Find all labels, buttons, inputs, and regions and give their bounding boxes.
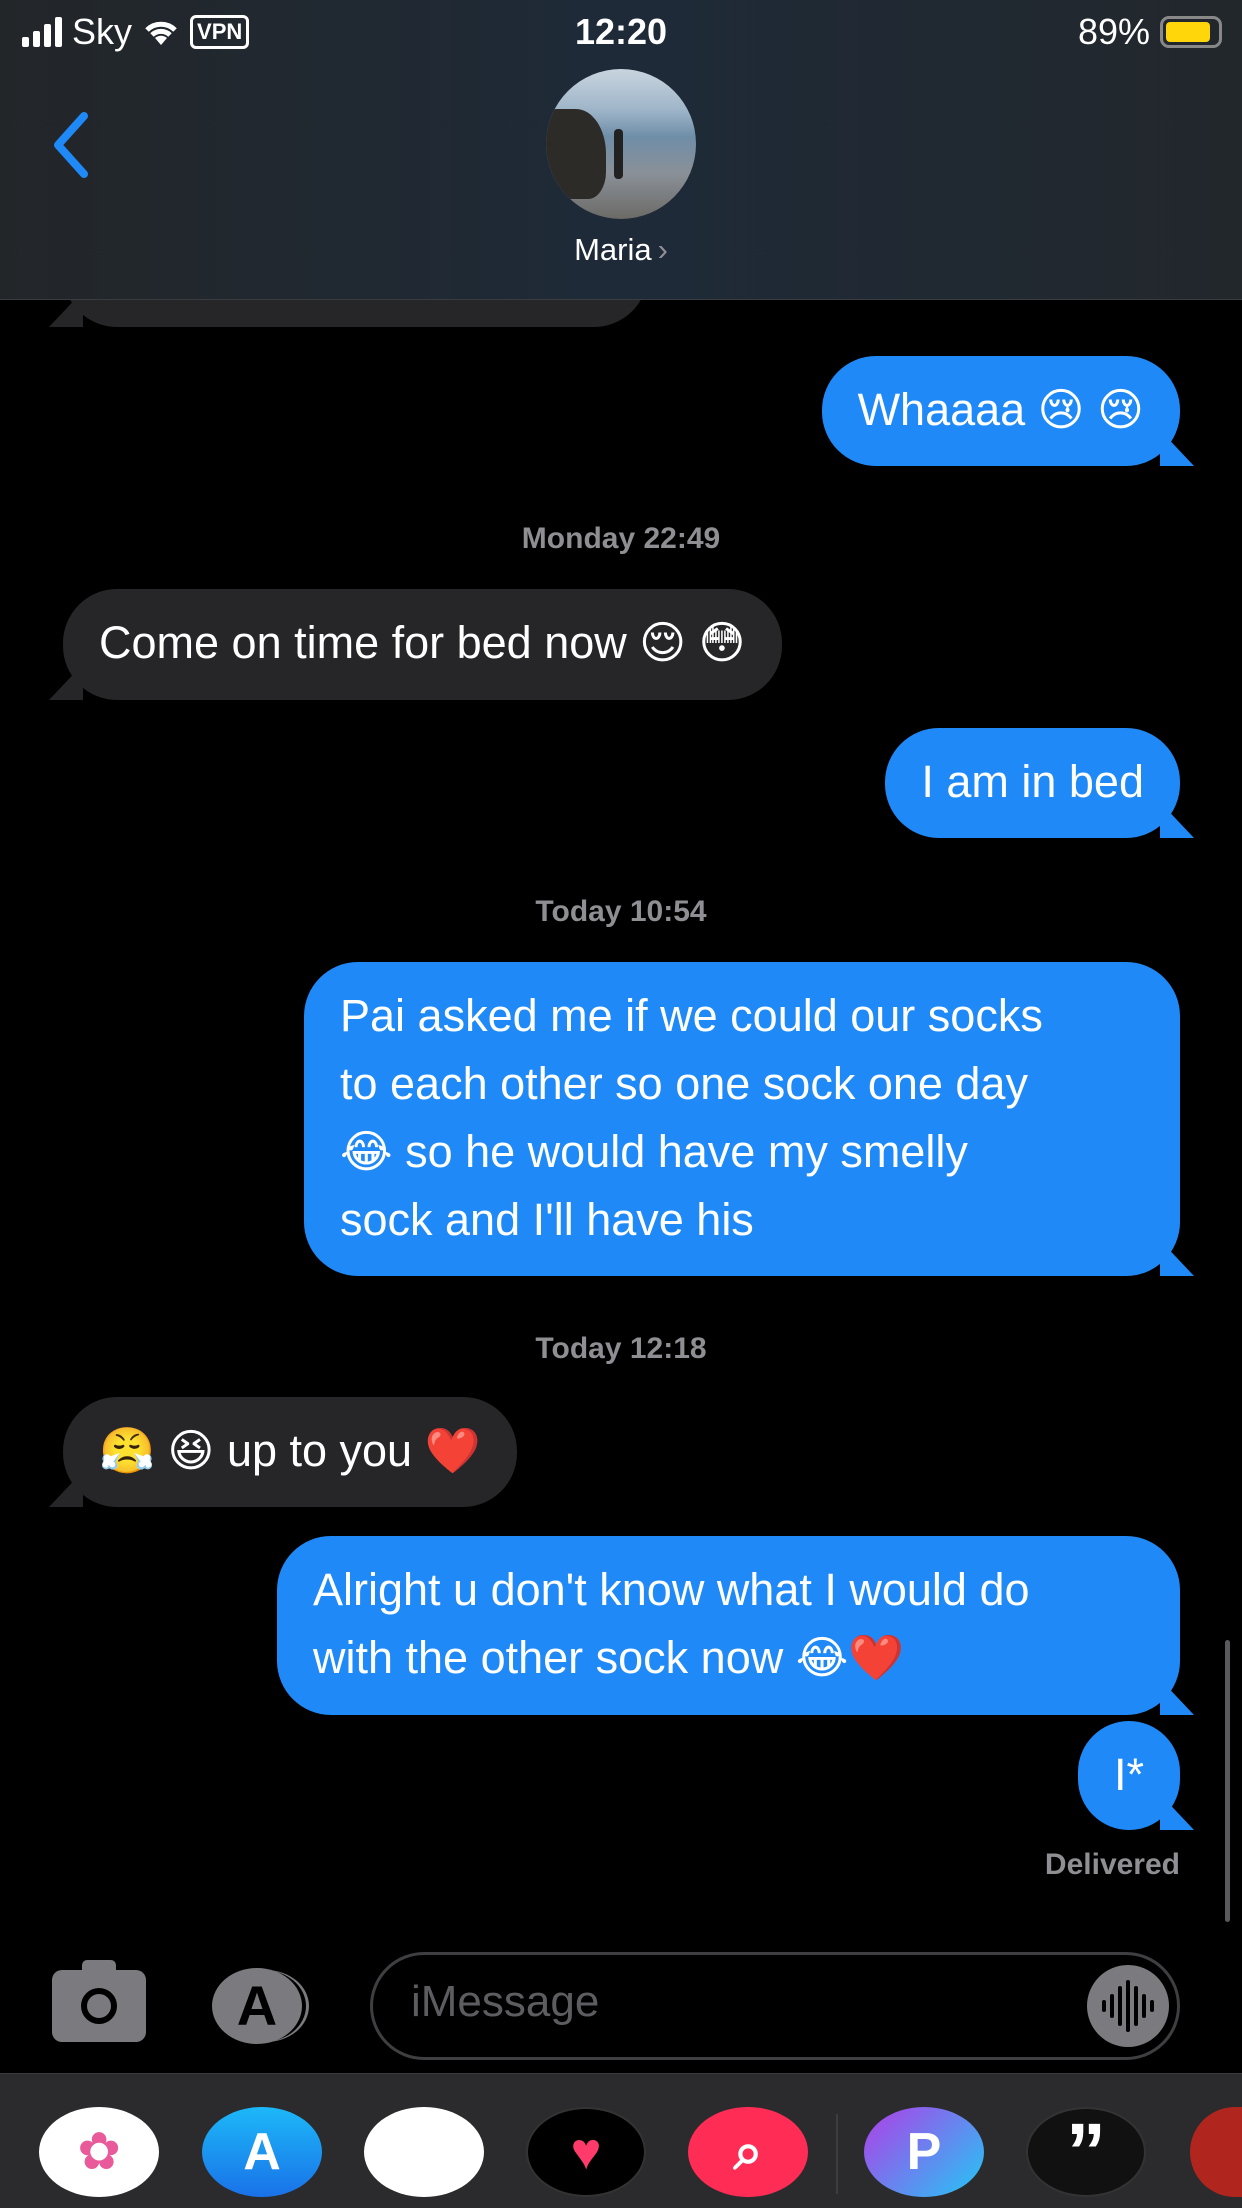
heart-app-icon[interactable]: ♥	[526, 2107, 646, 2197]
message-bubble[interactable]: 😤 😆 up to you ❤️	[63, 1397, 517, 1507]
message-bubble[interactable]: Whaaaa 😢 😢	[821, 356, 1180, 466]
status-time: 12:20	[574, 11, 668, 52]
partial-app-icon[interactable]	[1190, 2107, 1242, 2197]
message-bubble[interactable]: Alright u don't know what I would do wit…	[277, 1536, 1180, 1715]
scrollbar[interactable]	[1225, 1640, 1230, 1922]
message-line: sock and I'll have his	[340, 1194, 754, 1245]
message-line: 😂 so he would have my smelly	[340, 1126, 968, 1177]
avatar[interactable]	[546, 69, 696, 219]
contact-name-button[interactable]: Maria ›	[0, 232, 1242, 268]
timestamp: Today 12:18	[535, 1332, 707, 1365]
app-store-icon[interactable]: A	[212, 1968, 302, 2044]
battery-icon	[1160, 16, 1222, 48]
app-store-app-icon[interactable]: A	[202, 2107, 322, 2197]
app-drawer: ✿ A 😍 ♥ ⌕ P ”	[0, 2073, 1242, 2208]
message-line: with the other sock now 😂❤️	[313, 1632, 905, 1683]
timestamp: Monday 22:49	[521, 522, 721, 555]
message-line: Pai asked me if we could our socks	[340, 990, 1043, 1041]
timestamp: Today 10:54	[535, 895, 707, 928]
message-line: to each other so one sock one day	[340, 1058, 1028, 1109]
message-bubble[interactable]: I am in bed	[885, 728, 1180, 838]
image-search-app-icon[interactable]: ⌕	[688, 2107, 808, 2197]
message-bubble[interactable]: Pai asked me if we could our socks to ea…	[304, 962, 1180, 1276]
message-input[interactable]	[411, 1977, 1051, 2027]
photos-app-icon[interactable]: ✿	[39, 2107, 159, 2197]
message-line: Alright u don't know what I would do	[313, 1564, 1030, 1615]
contact-name: Maria	[574, 232, 652, 267]
status-right: 89%	[1078, 10, 1222, 54]
memoji-app-icon[interactable]: 😍	[364, 2107, 484, 2197]
picsart-app-icon[interactable]: P	[864, 2107, 984, 2197]
delivery-status: Delivered	[1044, 1848, 1180, 1881]
message-input-container	[370, 1952, 1180, 2060]
audio-message-icon[interactable]	[1087, 1965, 1169, 2047]
camera-icon[interactable]	[52, 1960, 146, 2042]
conversation-header: Sky VPN 12:20 89% Maria ›	[0, 0, 1242, 300]
divider	[836, 2114, 838, 2194]
chevron-left-icon[interactable]	[48, 110, 96, 180]
quotes-app-icon[interactable]: ”	[1026, 2107, 1146, 2197]
message-bubble[interactable]: Come on time for bed now 😌 😳	[63, 589, 782, 700]
chevron-right-icon: ›	[657, 232, 668, 267]
message-bubble[interactable]: I*	[1077, 1721, 1180, 1830]
battery-percent: 89%	[1077, 11, 1150, 52]
